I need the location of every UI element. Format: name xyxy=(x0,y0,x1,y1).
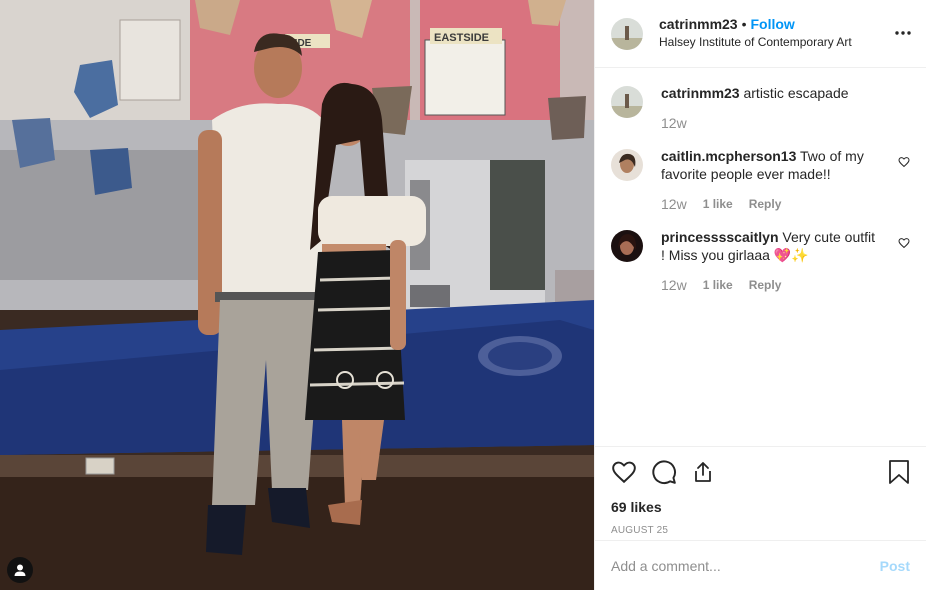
comment-time[interactable]: 12w xyxy=(661,196,687,212)
caption-username[interactable]: catrinmm23 xyxy=(661,85,740,101)
caption: catrinmm23 artistic escapade 12w xyxy=(611,84,910,131)
share-icon xyxy=(695,462,711,482)
comment-text-line: caitlin.mcpherson13 Two of my favorite p… xyxy=(661,147,875,183)
author-avatar[interactable] xyxy=(611,17,643,50)
author-info: catrinmm23 • Follow Halsey Institute of Co… xyxy=(659,16,852,51)
more-options-button[interactable] xyxy=(894,24,912,45)
comment-body: caitlin.mcpherson13 Two of my favorite p… xyxy=(661,147,875,212)
caption-body: catrinmm23 artistic escapade 12w xyxy=(661,84,875,131)
post-actions: 69 likes AUGUST 25 xyxy=(595,446,926,540)
comment-avatar[interactable] xyxy=(611,149,643,181)
comment-likes[interactable]: 1 like xyxy=(703,278,733,292)
comment-meta: 12w 1 like Reply xyxy=(661,277,875,293)
caption-text-line: catrinmm23 artistic escapade xyxy=(661,84,875,102)
comment-body: princesssscaitlyn Very cute outfit ! Mis… xyxy=(661,228,875,293)
photo-illustration: EASTSIDE SIDE xyxy=(0,0,594,590)
post-side-panel: catrinmm23 • Follow Halsey Institute of Co… xyxy=(594,0,926,590)
heart-outline-icon xyxy=(612,461,636,484)
comments-list: catrinmm23 artistic escapade 12w caitlin… xyxy=(595,68,926,446)
comment-username[interactable]: caitlin.mcpherson13 xyxy=(661,148,796,164)
comment-item: caitlin.mcpherson13 Two of my favorite p… xyxy=(611,147,910,212)
comment-avatar[interactable] xyxy=(611,230,643,262)
comment-item: princesssscaitlyn Very cute outfit ! Mis… xyxy=(611,228,910,293)
heart-outline-icon xyxy=(898,238,910,249)
comment-text-line: princesssscaitlyn Very cute outfit ! Mis… xyxy=(661,228,875,264)
action-icons-row xyxy=(611,457,910,487)
tagged-users-button[interactable] xyxy=(7,557,33,583)
comment-like-button[interactable] xyxy=(898,155,910,171)
bookmark-icon xyxy=(889,460,909,484)
reply-button[interactable]: Reply xyxy=(749,197,782,211)
post-header: catrinmm23 • Follow Halsey Institute of Co… xyxy=(595,0,926,68)
comment-time[interactable]: 12w xyxy=(661,277,687,293)
caption-time[interactable]: 12w xyxy=(661,115,687,131)
comment-input[interactable] xyxy=(611,557,880,574)
comment-button[interactable] xyxy=(651,459,677,485)
comment-username[interactable]: princesssscaitlyn xyxy=(661,229,779,245)
caption-text: artistic escapade xyxy=(743,85,849,101)
location-link[interactable]: Halsey Institute of Contemporary Art xyxy=(659,34,852,51)
instagram-post: EASTSIDE SIDE catrinmm23 • Follow Halsey… xyxy=(0,0,926,590)
ellipsis-icon xyxy=(895,31,911,35)
sign-eastside: EASTSIDE xyxy=(434,32,489,44)
author-username[interactable]: catrinmm23 xyxy=(659,16,738,32)
reply-button[interactable]: Reply xyxy=(749,278,782,292)
share-button[interactable] xyxy=(691,460,715,484)
likes-count[interactable]: 69 likes xyxy=(611,499,910,515)
person-icon xyxy=(14,564,26,576)
comment-like-button[interactable] xyxy=(898,236,910,252)
separator-dot: • xyxy=(741,16,747,32)
follow-button[interactable]: Follow xyxy=(751,16,795,32)
post-date[interactable]: AUGUST 25 xyxy=(611,525,910,536)
add-comment-bar: Post xyxy=(595,540,926,590)
speech-bubble-icon xyxy=(652,460,676,484)
caption-avatar[interactable] xyxy=(611,86,643,118)
heart-outline-icon xyxy=(898,157,910,168)
save-button[interactable] xyxy=(888,459,910,485)
comment-meta: 12w 1 like Reply xyxy=(661,196,875,212)
caption-meta: 12w xyxy=(661,115,875,131)
post-photo[interactable]: EASTSIDE SIDE xyxy=(0,0,594,590)
comment-likes[interactable]: 1 like xyxy=(703,197,733,211)
post-comment-button[interactable]: Post xyxy=(880,558,910,574)
like-button[interactable] xyxy=(611,459,637,485)
